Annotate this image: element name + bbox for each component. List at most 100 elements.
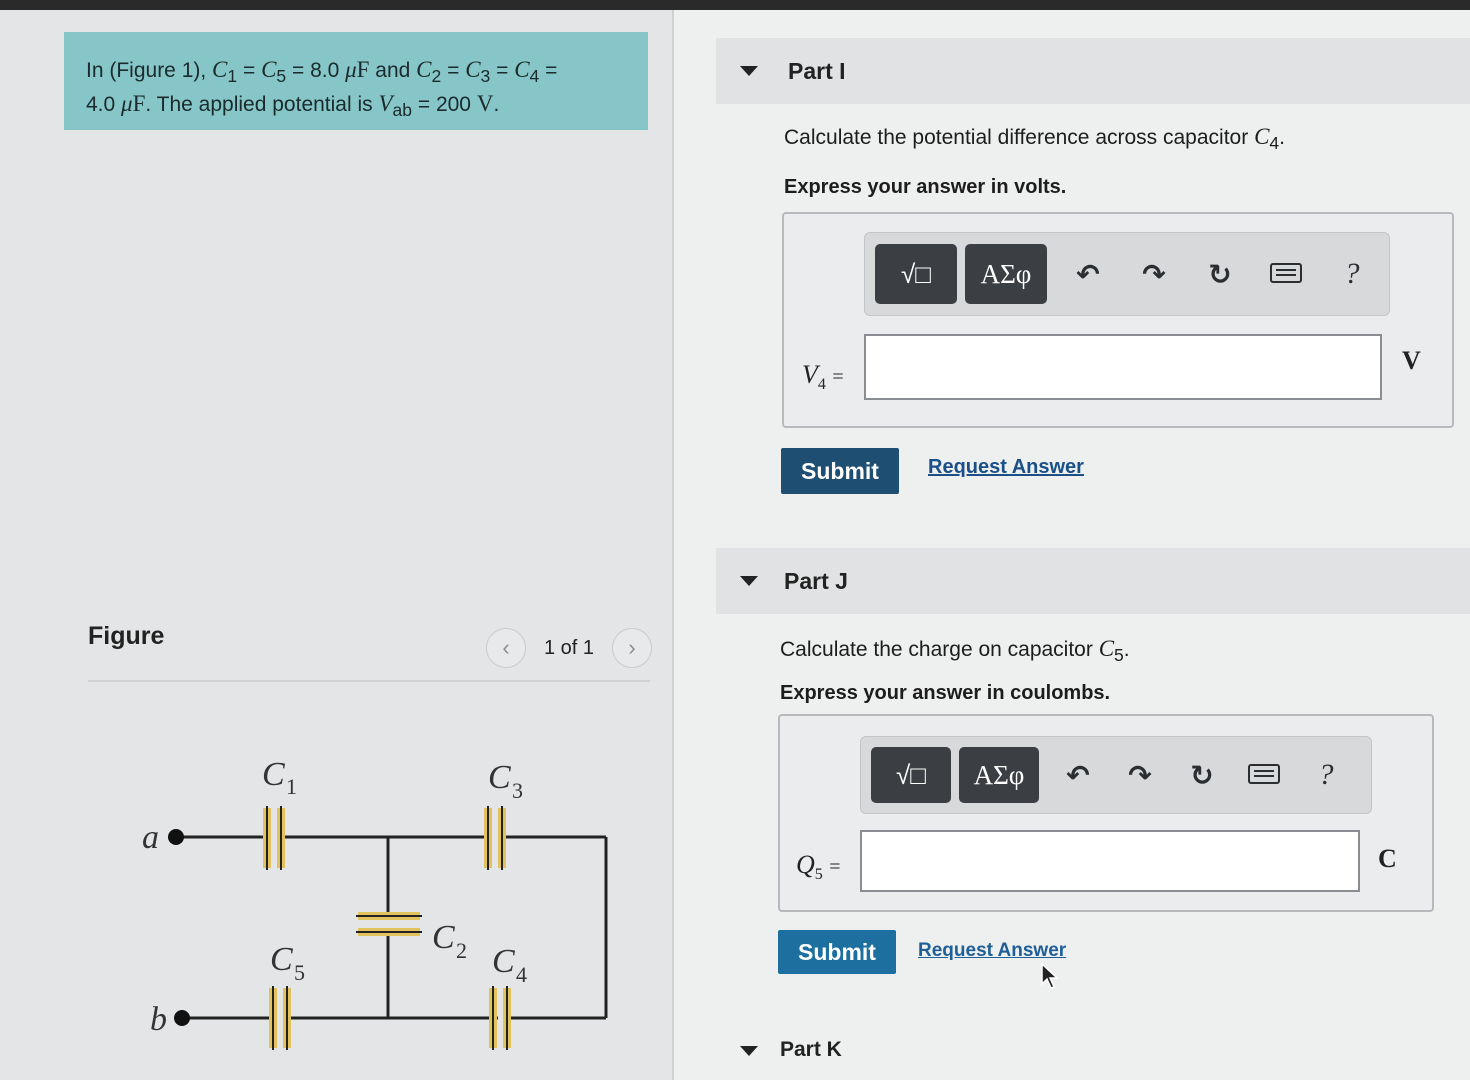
circuit-diagram: a b C C C C C 1 3 5 4 2: [142, 756, 608, 1050]
collapse-caret-icon[interactable]: [740, 576, 758, 586]
unit-f: F: [132, 91, 146, 117]
part-i-request-answer-link[interactable]: Request Answer: [928, 456, 1084, 479]
part-i-question: Calculate the potential difference acros…: [784, 124, 1285, 154]
question-end: .: [1123, 638, 1130, 661]
sub: ab: [392, 100, 413, 121]
part-j-instruction: Express your answer in coulombs.: [780, 682, 1111, 704]
sub-c5: 5: [294, 960, 305, 985]
terminal-b-dot: [174, 1010, 190, 1026]
math-c4: C: [514, 57, 530, 82]
part-j-answer-input[interactable]: [860, 830, 1360, 892]
collapse-caret-icon[interactable]: [740, 66, 758, 76]
template-button[interactable]: √□: [871, 747, 951, 803]
sub-c3: 3: [512, 778, 523, 803]
math-c3: C: [465, 57, 481, 82]
keyboard-icon[interactable]: [1253, 258, 1319, 290]
help-icon[interactable]: ?: [1319, 257, 1385, 291]
part-j-answer-area: √□ ΑΣφ ↶ ↷ ↻ ? Q5 = C: [778, 714, 1434, 912]
unit-f: F: [356, 57, 370, 82]
var-sub: 4: [817, 376, 826, 394]
equals: =: [832, 366, 844, 388]
part-k-header[interactable]: Part K: [716, 1018, 1470, 1080]
part-j-header[interactable]: Part J: [716, 548, 1470, 614]
text: and: [369, 59, 417, 82]
label-c2: C: [432, 919, 455, 956]
sub-c2: 2: [456, 938, 467, 963]
math-c1: C: [212, 57, 228, 82]
text: 4.0: [86, 93, 122, 117]
prev-figure-button[interactable]: ‹: [486, 628, 526, 668]
terminal-a-dot: [168, 829, 184, 845]
question-var: C: [1098, 636, 1115, 661]
var: Q: [796, 850, 815, 879]
terminal-a-label: a: [142, 819, 159, 856]
label-c1: C: [262, 756, 285, 793]
problem-text: In (Figure 1),: [86, 59, 213, 82]
question-text: Calculate the potential difference acros…: [784, 126, 1255, 149]
text: =: [237, 59, 262, 82]
part-i-title: Part I: [788, 58, 846, 84]
label-c3: C: [488, 759, 511, 796]
template-icon: √□: [901, 258, 931, 289]
label-c4: C: [492, 943, 515, 980]
text: =: [539, 59, 558, 82]
reset-icon[interactable]: ↻: [1171, 759, 1233, 792]
var-sub: 5: [814, 866, 823, 884]
next-figure-button[interactable]: ›: [612, 628, 653, 668]
greek-icon: ΑΣφ: [980, 258, 1032, 289]
sub: 4: [529, 66, 540, 87]
part-j-question: Calculate the charge on capacitor C5.: [780, 636, 1130, 666]
template-icon: √□: [896, 759, 926, 790]
part-j-variable: Q5 =: [796, 850, 841, 884]
math-toolbar: √□ ΑΣφ ↶ ↷ ↻ ?: [860, 736, 1372, 814]
math-toolbar: √□ ΑΣφ ↶ ↷ ↻ ?: [864, 232, 1390, 316]
right-pane: [674, 10, 1470, 1080]
redo-icon[interactable]: ↷: [1121, 258, 1187, 291]
label-c5: C: [270, 941, 293, 978]
help-icon[interactable]: ?: [1295, 758, 1357, 792]
part-j-submit-button[interactable]: Submit: [778, 930, 896, 974]
math-mu: μ: [345, 57, 357, 82]
text: =: [441, 59, 466, 82]
terminal-b-label: b: [150, 1001, 167, 1038]
part-j-title: Part J: [784, 568, 848, 594]
question-text: Calculate the charge on capacitor: [780, 638, 1099, 661]
math-mu: μ: [121, 91, 133, 117]
part-i-variable: V4 =: [802, 360, 844, 394]
sub: 3: [480, 66, 491, 87]
part-k-title: Part K: [780, 1038, 842, 1061]
figure-divider: [88, 680, 650, 682]
figure-page-count: 1 of 1: [544, 636, 595, 659]
reset-icon[interactable]: ↻: [1187, 258, 1253, 291]
greek-icon: ΑΣφ: [973, 759, 1025, 790]
text: = 200: [412, 93, 477, 117]
part-i-unit: V: [1402, 346, 1421, 375]
text: = 8.0: [286, 59, 346, 82]
unit-v: V: [476, 91, 494, 117]
greek-symbols-button[interactable]: ΑΣφ: [959, 747, 1039, 803]
chevron-left-icon: ‹: [502, 635, 510, 660]
chevron-right-icon: ›: [628, 635, 636, 660]
sub: 1: [227, 66, 238, 87]
math-c5: C: [261, 57, 277, 82]
undo-icon[interactable]: ↶: [1047, 759, 1109, 792]
redo-icon[interactable]: ↷: [1109, 759, 1171, 792]
math-c2: C: [416, 57, 432, 82]
part-i-header[interactable]: Part I: [716, 38, 1470, 104]
collapse-caret-icon[interactable]: [740, 1046, 758, 1056]
part-j-unit: C: [1378, 844, 1397, 873]
template-button[interactable]: √□: [875, 244, 957, 304]
part-j-request-answer-link[interactable]: Request Answer: [918, 940, 1066, 962]
question-sub: 4: [1269, 133, 1280, 154]
sub-c4: 4: [516, 962, 527, 987]
text: . The applied potential is: [145, 93, 379, 117]
top-bar: [0, 0, 1470, 10]
undo-icon[interactable]: ↶: [1055, 258, 1121, 291]
sub: 2: [431, 66, 442, 87]
text: =: [490, 59, 515, 82]
part-i-submit-button[interactable]: Submit: [781, 448, 899, 494]
greek-symbols-button[interactable]: ΑΣφ: [965, 244, 1047, 304]
figure-pager: ‹ 1 of 1 ›: [486, 626, 653, 670]
keyboard-icon[interactable]: [1233, 759, 1295, 791]
part-i-answer-input[interactable]: [864, 334, 1382, 400]
